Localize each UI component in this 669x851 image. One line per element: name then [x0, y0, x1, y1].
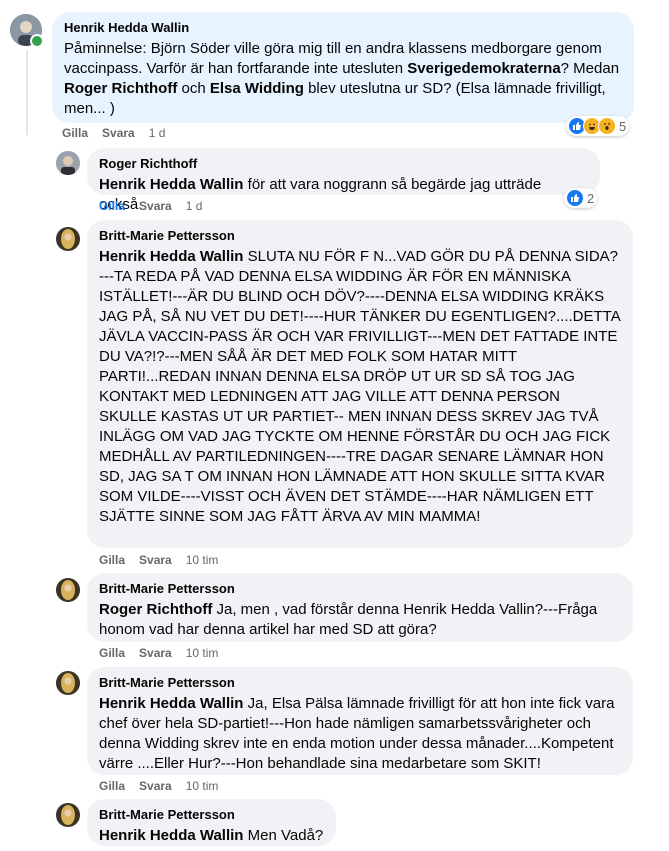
timestamp[interactable]: 1 d: [149, 126, 166, 140]
comment-text: Påminnelse: Björn Söder ville göra mig t…: [64, 39, 622, 119]
comment-actions: Gilla Svara 1 d: [99, 199, 202, 213]
comment-bubble: Roger Richthoff Henrik Hedda Wallin för …: [87, 148, 600, 213]
comment-author[interactable]: Britt-Marie Pettersson: [99, 675, 621, 691]
like-button[interactable]: Gilla: [99, 199, 125, 213]
like-button[interactable]: Gilla: [99, 779, 125, 793]
comment-actions: Gilla Svara 10 tim: [99, 646, 218, 660]
comment-actions: Gilla Svara 10 tim: [99, 553, 218, 567]
like-icon: [566, 189, 584, 207]
comment-author[interactable]: Roger Richthoff: [99, 156, 588, 172]
reply-button[interactable]: Svara: [139, 779, 172, 793]
like-button[interactable]: Gilla: [62, 126, 88, 140]
comment-bubble: Britt-Marie Pettersson Henrik Hedda Wall…: [87, 667, 633, 775]
reply-button[interactable]: Svara: [139, 553, 172, 567]
mention-link[interactable]: Henrik Hedda Wallin: [99, 827, 243, 844]
reaction-summary[interactable]: 5: [566, 116, 630, 136]
comment-text: Henrik Hedda Wallin Men Vadå?: [99, 826, 324, 846]
comment-text-segment: och: [177, 80, 210, 97]
avatar[interactable]: [56, 578, 80, 602]
timestamp[interactable]: 10 tim: [186, 553, 219, 567]
comment-text: Henrik Hedda Wallin Ja, Elsa Pälsa lämna…: [99, 694, 621, 774]
reply-button[interactable]: Svara: [139, 199, 172, 213]
like-button[interactable]: Gilla: [99, 553, 125, 567]
mention-link[interactable]: Henrik Hedda Wallin: [99, 248, 243, 265]
comment-text: Roger Richthoff Ja, men , vad förstår de…: [99, 600, 621, 640]
comment-author[interactable]: Britt-Marie Pettersson: [99, 581, 621, 597]
reply-button[interactable]: Svara: [102, 126, 135, 140]
comment-author[interactable]: Henrik Hedda Wallin: [64, 20, 622, 36]
online-status-dot: [30, 34, 44, 48]
reaction-count: 5: [619, 118, 627, 134]
timestamp[interactable]: 10 tim: [186, 779, 219, 793]
reaction-count: 2: [587, 190, 595, 206]
comment-text: Henrik Hedda Wallin SLUTA NU FÖR F N...V…: [99, 247, 621, 527]
comment-bubble: Britt-Marie Pettersson Henrik Hedda Wall…: [87, 799, 336, 846]
comment-text-segment: SLUTA NU FÖR F N...VAD GÖR DU PÅ DENNA S…: [99, 248, 620, 525]
mention-link[interactable]: Henrik Hedda Wallin: [99, 695, 243, 712]
wow-icon: [598, 117, 616, 135]
reaction-summary[interactable]: 2: [564, 188, 598, 208]
mention-link[interactable]: Sverigedemokraterna: [407, 60, 560, 77]
like-button[interactable]: Gilla: [99, 646, 125, 660]
comment-text-segment: ? Medan: [560, 60, 620, 77]
avatar[interactable]: [56, 803, 80, 827]
comment-bubble: Henrik Hedda Wallin Påminnelse: Björn Sö…: [52, 12, 634, 123]
timestamp[interactable]: 10 tim: [186, 646, 219, 660]
avatar[interactable]: [56, 151, 80, 175]
mention-link[interactable]: Roger Richthoff: [64, 80, 177, 97]
comment-actions: Gilla Svara 1 d: [62, 126, 165, 140]
comment-author[interactable]: Britt-Marie Pettersson: [99, 228, 621, 244]
timestamp[interactable]: 1 d: [186, 199, 203, 213]
thread-line: [26, 50, 28, 135]
mention-link[interactable]: Henrik Hedda Wallin: [99, 176, 243, 193]
mention-link[interactable]: Elsa Widding: [210, 80, 304, 97]
comment-bubble: Britt-Marie Pettersson Roger Richthoff J…: [87, 573, 633, 642]
comment-author[interactable]: Britt-Marie Pettersson: [99, 807, 324, 823]
avatar[interactable]: [56, 671, 80, 695]
comment-actions: Gilla Svara 10 tim: [99, 779, 218, 793]
reply-button[interactable]: Svara: [139, 646, 172, 660]
comment-text-segment: Men Vadå?: [243, 827, 324, 844]
avatar[interactable]: [56, 227, 80, 251]
comment-bubble: Britt-Marie Pettersson Henrik Hedda Wall…: [87, 220, 633, 548]
mention-link[interactable]: Roger Richthoff: [99, 601, 212, 618]
